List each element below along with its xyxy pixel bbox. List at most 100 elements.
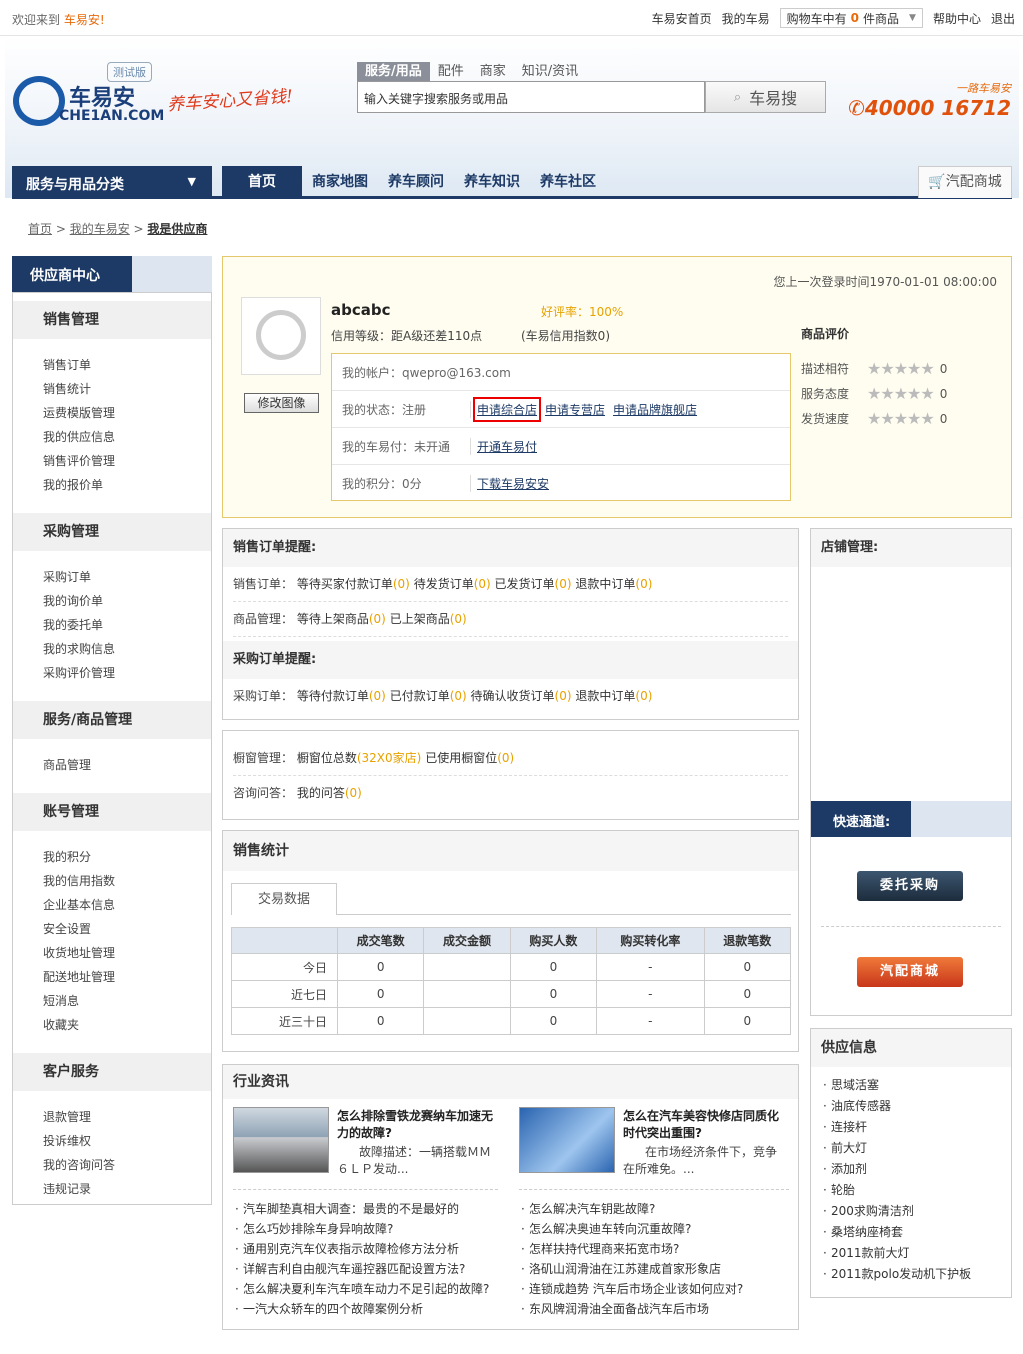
supply-item[interactable]: 200求购清洁剂: [821, 1201, 971, 1222]
refunding-link[interactable]: 退款中订单(0): [575, 577, 652, 591]
sidebar-item-purchase-orders[interactable]: 采购订单: [43, 565, 211, 589]
awaiting-payment-link[interactable]: 等待买家付款订单(0): [297, 577, 410, 591]
news-link[interactable]: 一汽大众轿车的四个故障案例分析: [233, 1299, 489, 1319]
search-button[interactable]: ⌕ 车易搜: [705, 81, 826, 113]
divider: [519, 1189, 789, 1190]
apply-flagship-store-link[interactable]: 申请品牌旗舰店: [613, 401, 697, 418]
help-link[interactable]: 帮助中心: [933, 10, 981, 27]
sidebar-item-quotes[interactable]: 我的报价单: [43, 473, 211, 497]
listed-link[interactable]: 已上架商品(0): [390, 612, 467, 626]
sidebar-item-delegations[interactable]: 我的委托单: [43, 613, 211, 637]
to-ship-link[interactable]: 待发货订单(0): [414, 577, 491, 591]
my-cheyi-link[interactable]: 我的车易: [722, 10, 770, 27]
sidebar-item-wanted[interactable]: 我的求购信息: [43, 637, 211, 661]
news-link[interactable]: 怎样扶持代理商来拓宽市场?: [519, 1239, 743, 1259]
sidebar-item-company-info[interactable]: 企业基本信息: [43, 893, 211, 917]
col-header: 购买转化率: [596, 927, 705, 954]
sidebar-item-inquiries[interactable]: 我的询价单: [43, 589, 211, 613]
purchase-confirm-link[interactable]: 待确认收货订单(0): [471, 689, 572, 703]
nav-shop-map[interactable]: 商家地图: [312, 166, 368, 199]
parts-mall-quick-button[interactable]: 汽配商城: [857, 957, 963, 987]
sidebar-item-receive-address[interactable]: 收货地址管理: [43, 941, 211, 965]
sidebar-item-complaints[interactable]: 投诉维权: [43, 1129, 211, 1153]
supply-item[interactable]: 桑塔纳座椅套: [821, 1222, 971, 1243]
purchase-paid-link[interactable]: 已付款订单(0): [390, 689, 467, 703]
search-tab-services[interactable]: 服务/用品: [357, 62, 430, 82]
news-link[interactable]: 洛矶山润滑油在江苏建成首家形象店: [519, 1259, 743, 1279]
sidebar-item-my-questions[interactable]: 我的咨询问答: [43, 1153, 211, 1177]
shipped-link[interactable]: 已发货订单(0): [495, 577, 572, 591]
search-tab-parts[interactable]: 配件: [430, 62, 472, 82]
nav-community[interactable]: 养车社区: [540, 166, 596, 199]
window-total-link[interactable]: 橱窗位总数(32X0家店): [297, 751, 422, 765]
purchase-reminder-title: 采购订单提醒:: [223, 641, 798, 679]
purchase-refunding-link[interactable]: 退款中订单(0): [575, 689, 652, 703]
delegate-purchase-button[interactable]: 委托采购: [857, 871, 963, 901]
sidebar-item-goods-management[interactable]: 商品管理: [43, 753, 211, 777]
supply-item[interactable]: 2011款前大灯: [821, 1243, 971, 1264]
news-link[interactable]: 怎么解决夏利车汽车喷车动力不足引起的故障?: [233, 1279, 489, 1299]
logout-link[interactable]: 退出: [991, 10, 1015, 27]
supply-item[interactable]: 添加剂: [821, 1159, 971, 1180]
parts-mall-button[interactable]: 🛒汽配商城: [918, 166, 1012, 198]
news-link[interactable]: 东风牌润滑油全面备战汽车后市场: [519, 1299, 743, 1319]
breadcrumb-my-cheyian[interactable]: 我的车易安: [70, 222, 130, 236]
sidebar-item-messages[interactable]: 短消息: [43, 989, 211, 1013]
sidebar-item-sales-orders[interactable]: 销售订单: [43, 353, 211, 377]
site-logo[interactable]: 车易安 CHE1AN.COM: [13, 76, 164, 126]
sidebar-item-points[interactable]: 我的积分: [43, 845, 211, 869]
search-tab-shops[interactable]: 商家: [472, 62, 514, 82]
news-link[interactable]: 汽车脚垫真相大调查：最贵的不是最好的: [233, 1199, 489, 1219]
news-link[interactable]: 怎么解决奥迪车转向沉重故障?: [519, 1219, 743, 1239]
star-icon: ★★★★★: [867, 359, 935, 378]
supply-item[interactable]: 2011款polo发动机下护板: [821, 1264, 971, 1285]
open-pay-link[interactable]: 开通车易付: [477, 438, 537, 455]
sidebar-item-sales-reviews[interactable]: 销售评价管理: [43, 449, 211, 473]
sidebar-item-security[interactable]: 安全设置: [43, 917, 211, 941]
supply-item[interactable]: 思域活塞: [821, 1075, 971, 1096]
apply-specialty-store-link[interactable]: 申请专营店: [545, 401, 605, 418]
breadcrumb-current: 我是供应商: [147, 222, 208, 236]
supply-item[interactable]: 连接杆: [821, 1117, 971, 1138]
news-link[interactable]: 怎么解决汽车钥匙故障?: [519, 1199, 743, 1219]
sidebar-item-credit[interactable]: 我的信用指数: [43, 869, 211, 893]
table-row: 今日 0 0-0: [231, 953, 792, 981]
brand-link[interactable]: 车易安!: [64, 13, 105, 27]
sidebar-item-shipping-template[interactable]: 运费模版管理: [43, 401, 211, 425]
supply-item[interactable]: 轮胎: [821, 1180, 971, 1201]
tab-trade-data[interactable]: 交易数据: [231, 883, 337, 915]
sidebar-item-my-supply[interactable]: 我的供应信息: [43, 425, 211, 449]
window-used-link[interactable]: 已使用橱窗位(0): [425, 751, 514, 765]
feature-news-desc: 故障描述：一辆搭载ＭＭ６ＬＰ发动...: [337, 1145, 492, 1176]
category-menu-button[interactable]: 服务与用品分类 ▼: [12, 166, 212, 199]
news-link[interactable]: 怎么巧妙排除车身异响故障?: [233, 1219, 489, 1239]
search-input[interactable]: 输入关键字搜索服务或用品: [357, 81, 705, 113]
cart-dropdown[interactable]: 购物车中有 0 件商品 ▼: [779, 8, 923, 28]
col-header: 成交金额: [423, 927, 511, 954]
sidebar-item-favorites[interactable]: 收藏夹: [43, 1013, 211, 1037]
news-link[interactable]: 连锁成趋势 汽车后市场企业该如何应对?: [519, 1279, 743, 1299]
sidebar-item-sales-stats[interactable]: 销售统计: [43, 377, 211, 401]
home-link[interactable]: 车易安首页: [652, 10, 712, 27]
supply-item[interactable]: 油底传感器: [821, 1096, 971, 1117]
avatar-placeholder-icon: [256, 310, 306, 360]
purchase-awaiting-payment-link[interactable]: 等待付款订单(0): [297, 689, 386, 703]
apply-general-store-link[interactable]: 申请综合店: [472, 396, 542, 422]
edit-avatar-button[interactable]: 修改图像: [244, 393, 319, 413]
pending-listing-link[interactable]: 等待上架商品(0): [297, 612, 386, 626]
nav-home[interactable]: 首页: [222, 166, 302, 199]
supply-item[interactable]: 前大灯: [821, 1138, 971, 1159]
news-link[interactable]: 通用别克汽车仪表指示故障检修方法分析: [233, 1239, 489, 1259]
news-link[interactable]: 详解吉利自由舰汽车遥控器匹配设置方法?: [233, 1259, 489, 1279]
nav-car-advisor[interactable]: 养车顾问: [388, 166, 444, 199]
count: (0): [554, 577, 572, 591]
sidebar-item-refunds[interactable]: 退款管理: [43, 1105, 211, 1129]
breadcrumb-home[interactable]: 首页: [28, 222, 52, 236]
sidebar-item-violations[interactable]: 违规记录: [43, 1177, 211, 1201]
nav-car-knowledge[interactable]: 养车知识: [464, 166, 520, 199]
my-qa-link[interactable]: 我的问答(0): [297, 786, 362, 800]
sidebar-item-delivery-address[interactable]: 配送地址管理: [43, 965, 211, 989]
search-tab-knowledge[interactable]: 知识/资讯: [514, 62, 586, 82]
sidebar-item-purchase-reviews[interactable]: 采购评价管理: [43, 661, 211, 685]
download-app-link[interactable]: 下载车易安安: [477, 475, 549, 492]
